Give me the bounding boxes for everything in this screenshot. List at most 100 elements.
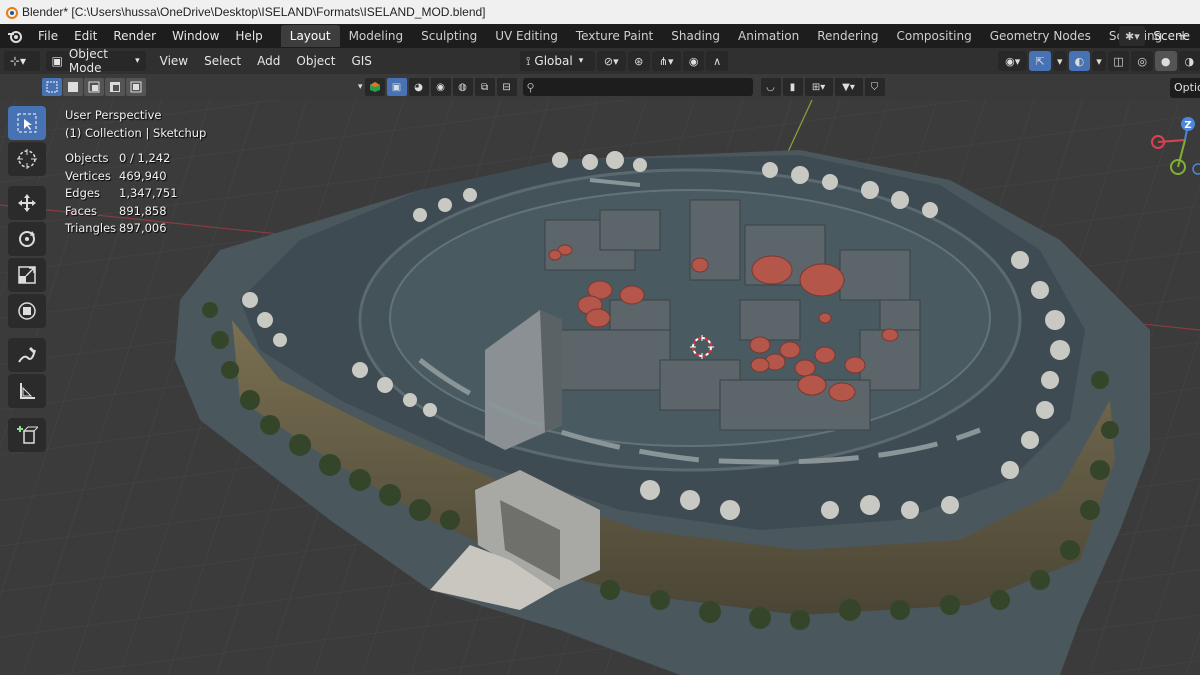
search-icon: ⚲ [526, 80, 535, 94]
tab-rendering[interactable]: Rendering [808, 25, 887, 47]
pivot-point-icon[interactable]: ⊘▾ [596, 51, 626, 71]
chevron-down-icon[interactable]: ▾ [1052, 51, 1067, 71]
stat-value: 897,006 [119, 221, 167, 235]
snap-icon[interactable]: ⊛ [627, 51, 650, 71]
annotate-icon[interactable] [8, 338, 46, 372]
visibility-icon[interactable]: ◉▾ [997, 51, 1028, 71]
mode-label: Object Mode [68, 47, 108, 75]
sort-icon[interactable]: ◡ [760, 78, 781, 96]
add-cube-icon[interactable] [8, 418, 46, 452]
select-extend-icon[interactable] [63, 78, 83, 96]
viewport-info-overlay: User Perspective (1) Collection | Sketch… [65, 106, 206, 238]
mode-dropdown[interactable]: ▣ Object Mode ▾ [45, 47, 146, 75]
tab-compositing[interactable]: Compositing [887, 25, 980, 47]
chevron-down-icon[interactable]: ▾ [1092, 51, 1106, 71]
filter-icon[interactable]: ▼▾ [834, 78, 863, 96]
collection-label: (1) Collection | Sketchup [65, 126, 207, 140]
view-name: User Perspective [65, 108, 162, 122]
chevron-down-icon: ▾ [135, 56, 140, 66]
tab-uv-editing[interactable]: UV Editing [486, 25, 567, 47]
stat-label: Vertices [65, 168, 111, 183]
node-filter-icon[interactable]: ⊟ [496, 78, 517, 96]
display-mode-icon[interactable]: ⊞▾ [804, 78, 833, 96]
orientation-label: Global [534, 54, 573, 68]
options-tab[interactable]: Optio [1170, 78, 1200, 98]
stat-label: Edges [65, 186, 100, 200]
stat-value: 891,858 [119, 203, 167, 218]
viewport-3d[interactable] [0, 0, 1200, 675]
menu-file[interactable]: File [30, 24, 66, 48]
editor-type-button[interactable]: ⊹▾ [4, 51, 40, 71]
window-titlebar: Blender* [C:\Users\hussa\OneDrive\Deskto… [0, 0, 1200, 24]
menu-add[interactable]: Add [249, 54, 288, 68]
selection-mode-buttons [42, 78, 146, 96]
world-filter-icon[interactable]: ◍ [452, 78, 473, 96]
xray-toggle-icon[interactable]: ◫ [1107, 51, 1130, 71]
move-icon[interactable] [8, 186, 46, 220]
select-subtract-icon[interactable] [84, 78, 104, 96]
color-cube-icon[interactable] [364, 78, 385, 96]
menu-help[interactable]: Help [227, 24, 270, 48]
object-filter-icon[interactable]: ▣ [386, 78, 407, 96]
overlays-toggle-icon[interactable]: ◐ [1068, 51, 1091, 71]
stat-label: Objects [65, 151, 109, 165]
bookmark-icon[interactable]: ▮ [782, 78, 803, 96]
scene-statistics: Objects 0 / 1,242 Vertices 469,940 Edges… [65, 150, 206, 238]
menu-edit[interactable]: Edit [66, 24, 105, 48]
window-title: Blender* [C:\Users\hussa\OneDrive\Deskto… [22, 5, 486, 19]
scene-filter-icon[interactable]: ⧉ [474, 78, 495, 96]
select-box-icon[interactable] [8, 106, 46, 140]
object-mode-icon: ▣ [51, 54, 63, 68]
proportional-edit-icon[interactable]: ◉ [682, 51, 705, 71]
tab-shading[interactable]: Shading [662, 25, 729, 47]
menu-view[interactable]: View [152, 54, 196, 68]
solid-shading-icon[interactable]: ● [1154, 51, 1177, 71]
mesh-filter-icon[interactable]: ◕ [408, 78, 429, 96]
select-intersect-icon[interactable] [126, 78, 146, 96]
gizmo-toggle-icon[interactable]: ⇱ [1029, 51, 1051, 71]
select-invert-icon[interactable] [105, 78, 125, 96]
transform-icon[interactable] [8, 294, 46, 328]
tab-sculpting[interactable]: Sculpting [412, 25, 486, 47]
tab-layout[interactable]: Layout [280, 25, 340, 47]
stat-label: Faces [65, 203, 97, 218]
z-axis-label: Z [1184, 120, 1191, 131]
stat-value: 1,347,751 [119, 186, 178, 200]
material-filter-icon[interactable]: ◉ [430, 78, 451, 96]
blender-logo-icon[interactable] [0, 24, 30, 48]
tab-geometry-nodes[interactable]: Geometry Nodes [981, 25, 1100, 47]
scene-icon[interactable]: ✱▾ [1119, 26, 1146, 46]
material-shading-icon[interactable]: ◑ [1178, 51, 1200, 71]
neg-z-axis-icon[interactable] [1192, 163, 1200, 175]
transform-orientation-dropdown[interactable]: ⟟ Global ▾ [519, 51, 595, 71]
shield-icon[interactable]: ⛉ [864, 78, 885, 96]
menu-window[interactable]: Window [164, 24, 227, 48]
tab-animation[interactable]: Animation [729, 25, 808, 47]
menu-render[interactable]: Render [105, 24, 164, 48]
measure-icon[interactable] [8, 374, 46, 408]
viewport-header: ⊹▾ ▣ Object Mode ▾ View Select Add Objec… [0, 47, 1200, 75]
rotate-icon[interactable] [8, 222, 46, 256]
search-input[interactable] [538, 80, 739, 94]
tab-texture-paint[interactable]: Texture Paint [567, 25, 662, 47]
tab-modeling[interactable]: Modeling [340, 25, 413, 47]
blender-app-icon [6, 7, 18, 19]
chevron-down-icon: ▾ [578, 56, 584, 66]
viewport-subheader: ▾ ▣ ◕ ◉ ◍ ⧉ ⊟ ⚲ ◡ ▮ ⊞▾ ▼▾ ⛉ [0, 74, 1200, 100]
menu-object[interactable]: Object [288, 54, 343, 68]
falloff-icon[interactable]: ∧ [706, 51, 728, 71]
scene-selector[interactable]: ✱▾ Scene [1119, 24, 1200, 48]
chevron-down-icon[interactable]: ▾ [358, 82, 363, 92]
menu-gis[interactable]: GIS [343, 54, 379, 68]
scale-icon[interactable] [8, 258, 46, 292]
search-field[interactable]: ⚲ [522, 78, 753, 96]
snap-target-icon[interactable]: ⋔▾ [651, 51, 681, 71]
stat-label: Triangles [65, 221, 117, 235]
menu-select[interactable]: Select [196, 54, 249, 68]
asset-filter-bar: ▾ ▣ ◕ ◉ ◍ ⧉ ⊟ ⚲ ◡ ▮ ⊞▾ ▼▾ ⛉ [358, 78, 885, 96]
navigation-gizmo[interactable]: Z [1150, 112, 1200, 182]
cursor-icon[interactable] [8, 142, 46, 176]
select-new-icon[interactable] [42, 78, 62, 96]
wireframe-shading-icon[interactable]: ◎ [1131, 51, 1153, 71]
scene-name[interactable]: Scene [1149, 29, 1190, 43]
